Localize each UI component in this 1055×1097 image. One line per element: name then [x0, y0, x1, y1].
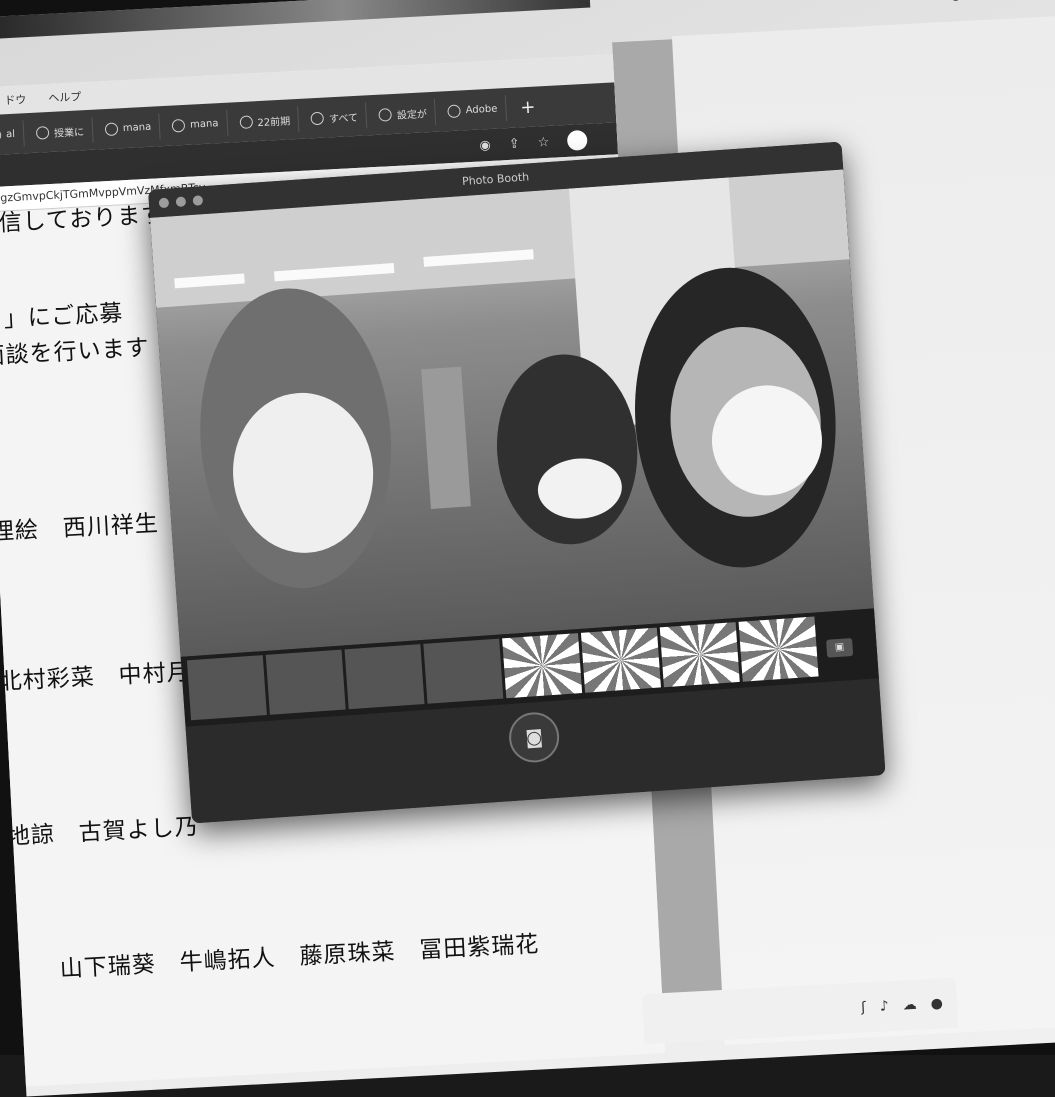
avatar-icon[interactable]: ● [930, 995, 943, 1012]
photo-thumbnail[interactable] [265, 649, 346, 715]
photo-thumbnail[interactable] [580, 627, 661, 693]
bell-icon[interactable]: ♪ [879, 998, 889, 1014]
script-icon[interactable]: ʃ [861, 999, 867, 1015]
minimize-button[interactable] [175, 196, 187, 208]
doc-line: 面談を行います [0, 335, 151, 370]
doc-line: 地諒 古賀よし乃 [6, 814, 200, 851]
zoom-button[interactable] [192, 195, 204, 206]
camera-icon: ◙ [524, 726, 544, 749]
photo-thumbnail[interactable] [502, 633, 583, 699]
tab-label: al [5, 128, 16, 140]
camera-scene [149, 169, 850, 589]
share-icon[interactable]: ⇪ [508, 136, 520, 152]
tab[interactable]: al [0, 120, 25, 149]
globe-icon [104, 121, 119, 136]
photo-thumbnail[interactable] [344, 644, 425, 710]
tab-label: mana [122, 121, 152, 134]
photo-booth-window: Photo Booth ▣ ◙ [148, 141, 886, 824]
globe-icon [171, 118, 186, 133]
effects-icon[interactable]: ▣ [826, 637, 854, 658]
doc-line: 山下瑞葵 牛嶋拓人 藤原珠菜 冨田紫瑞花 [59, 931, 540, 983]
drive-icon [239, 114, 253, 129]
tab[interactable]: mana [96, 113, 161, 143]
menu-item-window[interactable]: ドウ [4, 91, 27, 108]
close-button[interactable] [158, 197, 170, 209]
menu-item-help[interactable]: ヘルプ [48, 88, 82, 106]
photo-thumbnail[interactable] [423, 638, 504, 704]
tab-label: 授業に [53, 126, 85, 140]
adobe-icon [447, 103, 462, 118]
battery-icon[interactable]: ▭ [1003, 0, 1015, 1]
cloud-icon[interactable]: ☁ [902, 997, 917, 1014]
tab[interactable]: 授業に [27, 116, 94, 147]
menubar-status: ◉ ▮ ▭ ≋ ⌕ ◐ [950, 0, 1055, 4]
eye-icon[interactable]: ◉ [479, 137, 491, 153]
doc-line: 理絵 西川祥生 [0, 510, 160, 546]
tab[interactable]: すべて [302, 102, 368, 132]
photo-thumbnail[interactable] [738, 616, 819, 682]
window-controls [158, 195, 204, 209]
gear-icon [378, 107, 393, 122]
clipboard-icon[interactable]: ▮ [979, 0, 986, 2]
circle-icon [35, 125, 50, 140]
tab[interactable]: 設定が [370, 98, 437, 129]
shutter-button[interactable]: ◙ [507, 710, 561, 765]
doc-line: お気をつけ下さい。 [86, 1077, 304, 1086]
tab-label: Adobe [465, 103, 498, 116]
photo-thumbnail[interactable] [186, 655, 267, 721]
photo-thumbnail[interactable] [659, 622, 740, 688]
window-title: Photo Booth [461, 170, 530, 189]
tab-icon [0, 128, 2, 142]
doc-line: ト」にご応募 [0, 300, 124, 334]
tab[interactable]: mana [163, 109, 229, 139]
tab-label: 22前期 [257, 115, 291, 129]
new-tab-button[interactable]: + [510, 96, 546, 119]
tab-label: 設定が [396, 108, 428, 122]
background-person [421, 366, 471, 510]
profile-avatar[interactable] [566, 129, 588, 151]
camera-preview [149, 169, 874, 657]
tab-label: mana [189, 117, 219, 131]
bookmark-star-icon[interactable]: ☆ [537, 134, 549, 150]
tab[interactable]: 22前期 [230, 105, 300, 136]
tab-label: すべて [328, 112, 359, 125]
screen-record-icon[interactable]: ◉ [950, 0, 961, 4]
doc-icon [310, 111, 325, 125]
tab[interactable]: Adobe [439, 95, 508, 125]
